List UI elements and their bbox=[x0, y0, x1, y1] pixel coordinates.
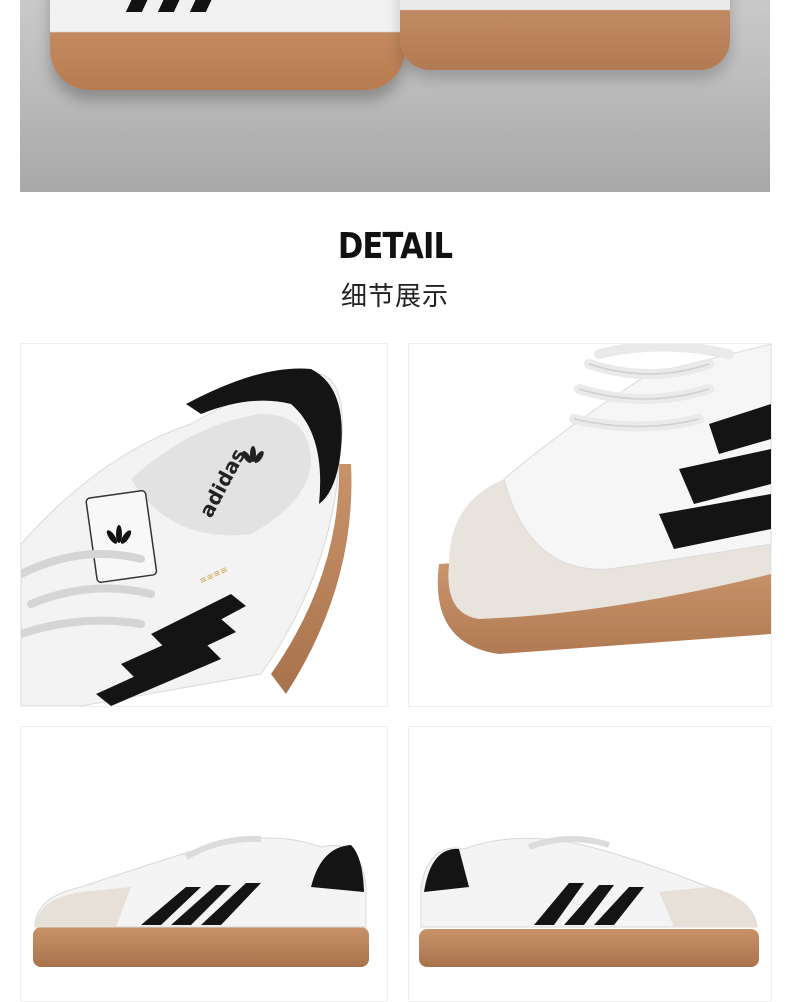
hero-shoe-left bbox=[50, 0, 405, 90]
detail-toe-photo bbox=[408, 343, 772, 707]
detail-tongue-photo: adidas ≡≡≡≡ bbox=[20, 343, 388, 707]
hero-shoe-right bbox=[400, 0, 730, 70]
section-title-cn: 细节展示 bbox=[340, 282, 449, 312]
side-view-right-photo bbox=[408, 726, 772, 1002]
side-view-left-photo bbox=[20, 726, 388, 1002]
hero-shoe-photo bbox=[20, 0, 770, 192]
section-title-en: DETAIL bbox=[337, 226, 453, 267]
